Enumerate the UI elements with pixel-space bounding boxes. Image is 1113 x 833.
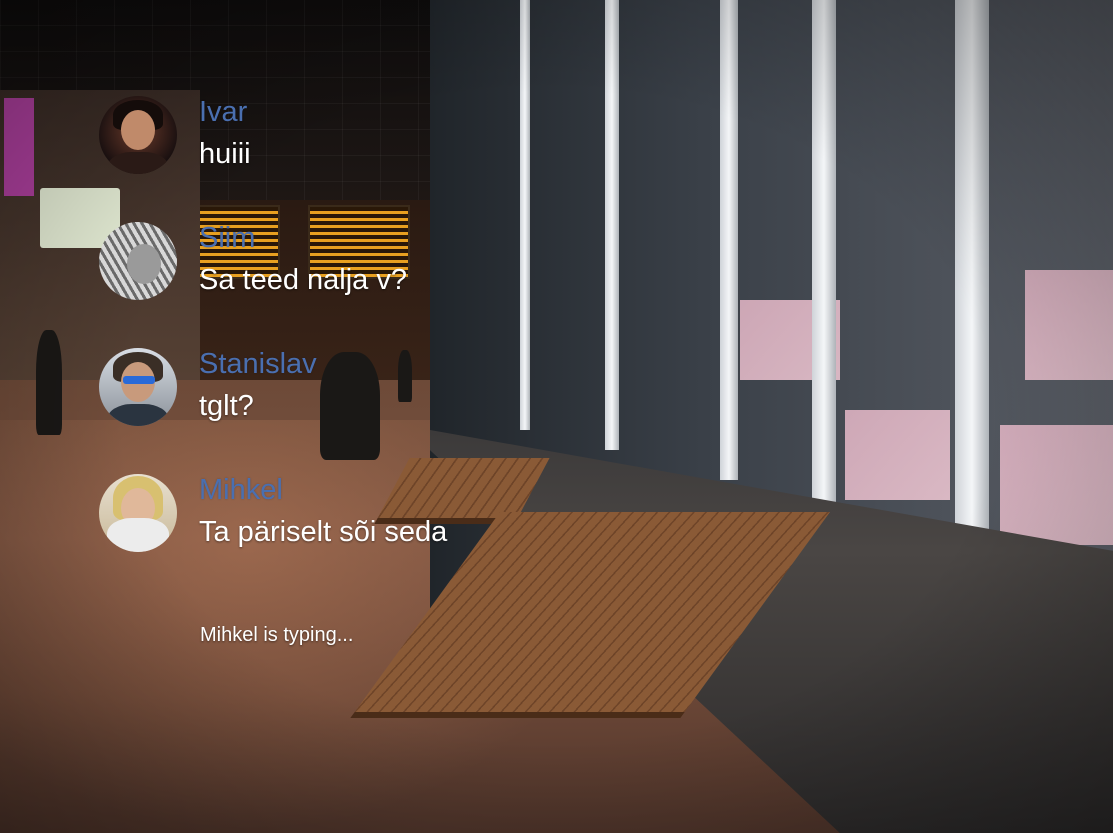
message-text: Sa teed nalja v?	[199, 264, 407, 296]
chat-overlay: Ivar huiii Siim Sa teed nalja v? Stanisl…	[0, 0, 1113, 833]
message-text: huiii	[199, 138, 251, 170]
avatar-siim-icon[interactable]	[99, 222, 177, 300]
author-name: Mihkel	[199, 474, 283, 506]
typing-indicator: Mihkel is typing...	[200, 624, 354, 646]
author-name: Ivar	[199, 96, 248, 128]
author-name: Stanislav	[199, 348, 317, 380]
avatar-stanislav-icon[interactable]	[99, 348, 177, 426]
message-text: Ta päriselt sõi seda	[199, 516, 448, 548]
avatar-ivar-icon[interactable]	[99, 96, 177, 174]
avatar-mihkel-icon[interactable]	[99, 474, 177, 552]
author-name: Siim	[199, 222, 256, 254]
message-text: tglt?	[199, 390, 254, 422]
